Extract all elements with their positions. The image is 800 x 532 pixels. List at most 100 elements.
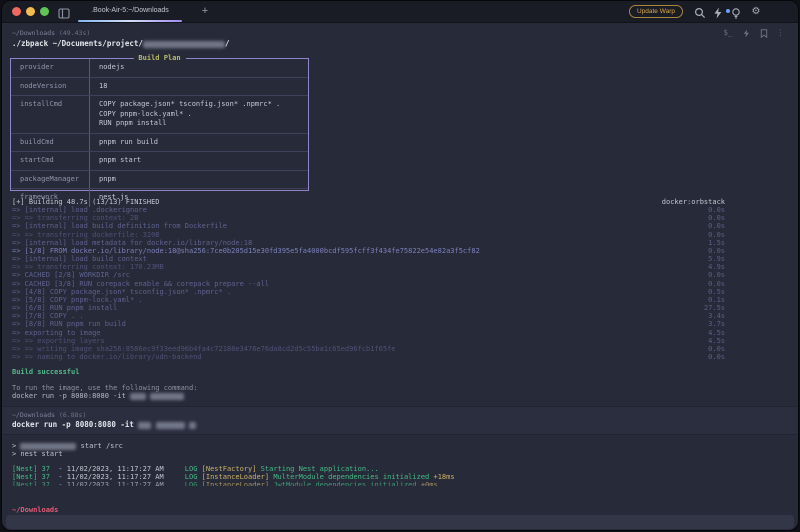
maximize-button[interactable]: [40, 7, 49, 16]
docker-log-duration: 0.5s: [702, 288, 725, 296]
notifications-bulb-icon[interactable]: [730, 6, 742, 18]
suggested-run-command: docker run -p 8080:8080 -it: [12, 392, 184, 400]
docker-log-duration: 0.1s: [702, 296, 725, 304]
docker-log-duration: 3.4s: [702, 312, 725, 320]
build-plan-key: buildCmd: [11, 134, 89, 152]
settings-gear-icon[interactable]: ⚙: [750, 6, 762, 18]
docker-log-duration: 3.7s: [702, 320, 725, 328]
nest-log-level: LOG: [164, 473, 198, 481]
redacted-text: [130, 393, 146, 400]
build-plan-key: installCmd: [11, 96, 89, 133]
nest-log-line: [Nest] 37 - 11/02/2023, 11:17:27 AM LOG …: [12, 473, 455, 481]
titlebar: .Book-Air-5:~/Downloads + Update Warp ⚙: [2, 1, 798, 23]
build-plan-title: Build Plan: [133, 54, 185, 62]
docker-log-line: => [1/8] FROM docker.io/library/node:18@…: [12, 247, 725, 255]
build-plan-key: startCmd: [11, 152, 89, 170]
nest-log-context: [InstanceLoader]: [197, 473, 269, 481]
nest-application-logs: [Nest] 37 - 11/02/2023, 11:17:27 AM LOG …: [12, 465, 455, 486]
notification-dot: [726, 9, 730, 13]
build-plan-value: 18: [89, 78, 308, 96]
build-plan-value: pnpm: [89, 171, 308, 189]
docker-log-line: => [internal] load build definition from…: [12, 222, 725, 230]
redacted-text: [138, 422, 151, 429]
docker-log-line: => [internal] load build context5.9s: [12, 255, 725, 263]
build-plan-row: startCmdpnpm start: [11, 151, 308, 170]
build-plan-value: pnpm run build: [89, 134, 308, 152]
docker-log-line: => [7/8] COPY . .3.4s: [12, 312, 725, 320]
docker-log-line: => => transferring context: 170.23MB4.9s: [12, 263, 725, 271]
nest-log-message: Starting Nest application...: [256, 465, 378, 473]
redacted-text: [150, 393, 184, 400]
workspace-panes-icon[interactable]: [58, 6, 70, 17]
docker-log-duration: 0.0s: [702, 247, 725, 255]
docker-log-duration: 4.5s: [702, 337, 725, 345]
docker-log-duration: 0.0s: [702, 214, 725, 222]
docker-log-duration: 0.0s: [702, 222, 725, 230]
redacted-text: [156, 422, 185, 429]
docker-log-line: => exporting to image4.5s: [12, 329, 725, 337]
build-plan-value: nodejs: [89, 59, 308, 77]
docker-log-duration: 4.9s: [702, 263, 725, 271]
tab-downloads[interactable]: .Book-Air-5:~/Downloads: [78, 1, 182, 23]
docker-log-duration: 0.0s: [702, 280, 725, 288]
nest-log-message: MulterModule dependencies initialized: [269, 473, 429, 481]
docker-log-line: => CACHED [3/8] RUN corepack enable && c…: [12, 280, 725, 288]
nest-timestamp: - 11/02/2023, 11:17:27 AM: [50, 465, 164, 473]
docker-run-command[interactable]: docker run -p 8080:8080 -it: [12, 420, 196, 429]
nest-pid: [Nest] 37: [12, 481, 50, 486]
nest-start-line: > nest start: [12, 450, 63, 458]
build-plan-value: COPY package.json* tsconfig.json* .npmrc…: [89, 96, 308, 133]
build-plan-value: pnpm start: [89, 152, 308, 170]
build-plan-row: nodeVersion18: [11, 77, 308, 96]
docker-log-duration: 0.0s: [702, 271, 725, 279]
build-plan-row: packageManagerpnpm: [11, 170, 308, 189]
build-plan-key: nodeVersion: [11, 78, 89, 96]
docker-log-duration: 4.5s: [702, 329, 725, 337]
new-tab-button[interactable]: +: [198, 4, 212, 18]
docker-log-duration: 5.9s: [702, 255, 725, 263]
update-warp-button[interactable]: Update Warp: [629, 5, 683, 18]
docker-log-line: => => transferring context: 2B0.0s: [12, 214, 725, 222]
docker-log-duration: 0.0s: [702, 206, 725, 214]
docker-build-log: [+] Building 48.7s (13/13) FINISHEDdocke…: [12, 198, 725, 361]
build-plan-row: buildCmdpnpm run build: [11, 133, 308, 152]
nest-log-level: LOG: [164, 465, 198, 473]
current-prompt-path[interactable]: ~/Downloads: [12, 506, 58, 514]
build-plan-row: installCmdCOPY package.json* tsconfig.js…: [11, 95, 308, 133]
docker-log-line: => [6/8] RUN pnpm install27.5s: [12, 304, 725, 312]
terminal-prompt-icon[interactable]: $_: [723, 28, 732, 38]
redacted-text: [20, 443, 76, 450]
run-hint-text: To run the image, use the following comm…: [12, 384, 197, 392]
search-icon[interactable]: [694, 6, 706, 18]
docker-log-duration: 27.5s: [698, 304, 725, 312]
redacted-text: [143, 41, 225, 48]
build-plan-key: provider: [11, 59, 89, 77]
npm-start-line: > start /src: [12, 442, 123, 450]
nest-log-level: LOG: [164, 481, 198, 486]
build-success-message: Build successful: [12, 368, 79, 376]
docker-log-line: [+] Building 48.7s (13/13) FINISHEDdocke…: [12, 198, 725, 206]
active-tab-indicator: [78, 20, 182, 22]
block-action-bar: $_ ⋮: [723, 28, 784, 38]
nest-log-line: [Nest] 37 - 11/02/2023, 11:17:27 AM LOG …: [12, 481, 455, 486]
ai-bolt-icon[interactable]: [742, 29, 751, 38]
block1-prompt-header: ~/Downloads (49.43s): [12, 29, 90, 37]
docker-log-line: => => transferring dockerfile: 320B0.0s: [12, 231, 725, 239]
minimize-button[interactable]: [26, 7, 35, 16]
bookmark-icon[interactable]: [760, 29, 768, 38]
more-kebab-icon[interactable]: ⋮: [777, 28, 785, 38]
docker-log-duration: 0.0s: [702, 353, 725, 361]
docker-log-line: => => naming to docker.io/library/udn-ba…: [12, 353, 725, 361]
docker-log-line: => => writing image sha256:8586ec9f33eed…: [12, 345, 725, 353]
close-button[interactable]: [12, 7, 21, 16]
docker-log-line: => [5/8] COPY pnpm-lock.yaml* .0.1s: [12, 296, 725, 304]
docker-log-line: => => exporting layers4.5s: [12, 337, 725, 345]
zbpack-command[interactable]: ./zbpack ~/Documents/project//: [12, 39, 229, 48]
build-plan-table: Build Plan providernodejsnodeVersion18in…: [10, 58, 309, 191]
terminal-input-area[interactable]: [6, 515, 794, 529]
warp-terminal-window: .Book-Air-5:~/Downloads + Update Warp ⚙ …: [1, 0, 799, 531]
ai-bolt-icon[interactable]: [712, 6, 724, 18]
docker-log-line: => [8/8] RUN pnpm run build3.7s: [12, 320, 725, 328]
docker-log-line: => [4/8] COPY package.json* tsconfig.jso…: [12, 288, 725, 296]
docker-log-duration: 1.5s: [702, 239, 725, 247]
